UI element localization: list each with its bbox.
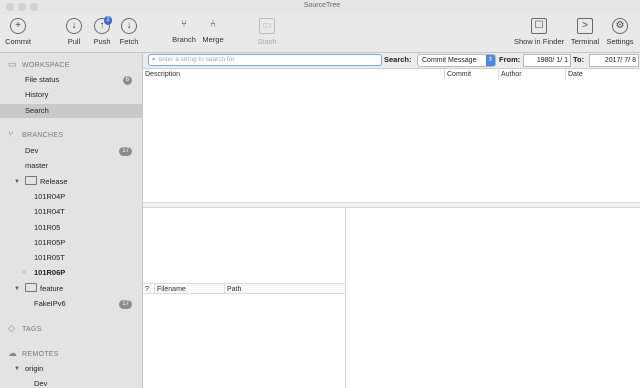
terminal-button[interactable]: > Terminal	[568, 18, 602, 46]
disclosure-triangle-icon[interactable]: ▼	[14, 362, 20, 376]
sidebar-branch-101r04t[interactable]: 101R04T	[0, 205, 142, 219]
sidebar-folder-feature[interactable]: ▼ feature	[0, 282, 142, 296]
sidebar-remote-branch-dev[interactable]: Dev	[0, 377, 142, 388]
search-icon: ⌕	[152, 56, 156, 63]
show-in-finder-button[interactable]: ☐ Show in Finder	[510, 18, 568, 46]
settings-button[interactable]: ⚙ Settings	[604, 18, 636, 46]
pull-button[interactable]: ↓ Pull	[62, 18, 86, 46]
gear-icon: ⚙	[612, 18, 628, 34]
push-count-badge: 2	[104, 16, 112, 25]
search-placeholder: enter a string to search for	[158, 56, 235, 63]
search-mode-select[interactable]: Commit Message ⇕	[417, 54, 496, 67]
commit-label: Commit	[5, 37, 31, 46]
push-label: Push	[93, 37, 111, 46]
column-header-author[interactable]: Author	[499, 69, 566, 80]
settings-label: Settings	[606, 37, 634, 46]
disclosure-triangle-icon[interactable]: ▼	[14, 282, 20, 296]
branch-label: Branch	[172, 35, 196, 44]
show-in-finder-label: Show in Finder	[513, 37, 565, 46]
file-status-count-badge: 6	[122, 76, 132, 85]
minimize-window-button[interactable]	[18, 3, 26, 11]
stash-button[interactable]: ▭ Stash	[254, 18, 280, 46]
from-date-field[interactable]: 1980/ 1/ 1	[523, 54, 571, 67]
tags-section-header[interactable]: ◇ TAGS	[8, 323, 42, 334]
sidebar-branch-master[interactable]: master	[0, 159, 142, 173]
feature-count-badge: 17	[119, 300, 132, 309]
disclosure-triangle-icon[interactable]: ▼	[14, 175, 20, 189]
toolbar: + Commit ↓ Pull ↑ 2 Push ↓ Fetch ⑂ Branch…	[0, 14, 640, 53]
column-header-date[interactable]: Date	[566, 69, 640, 80]
push-arrow-icon: ↑ 2	[94, 16, 112, 34]
monitor-icon: ▭	[8, 59, 17, 69]
cloud-icon: ☁	[8, 348, 18, 358]
vertical-splitter[interactable]	[345, 207, 346, 388]
folder-icon	[25, 176, 37, 185]
stash-icon: ▭	[259, 18, 275, 34]
dev-count-badge: 17	[119, 147, 132, 156]
branches-section-header[interactable]: ⑂ BRANCHES	[8, 129, 63, 139]
title-bar: SourceTree	[0, 0, 640, 14]
window-title: SourceTree	[303, 2, 341, 9]
branch-icon: ⑂	[181, 19, 187, 30]
terminal-icon: >	[577, 18, 593, 34]
horizontal-splitter[interactable]	[143, 202, 640, 208]
sidebar-item-history[interactable]: History	[0, 88, 142, 102]
commit-button[interactable]: + Commit	[4, 18, 32, 46]
folder-icon	[25, 283, 37, 292]
fetch-icon: ↓	[121, 18, 137, 34]
stash-label: Stash	[257, 37, 277, 46]
zoom-window-button[interactable]	[30, 3, 38, 11]
sidebar-branch-101r05p[interactable]: 101R05P	[0, 236, 142, 250]
pull-arrow-icon: ↓	[66, 18, 82, 34]
sidebar-branch-101r05[interactable]: 101R05	[0, 221, 142, 235]
from-date-label: From:	[499, 55, 521, 64]
search-input[interactable]: ⌕ enter a string to search for	[148, 54, 382, 66]
file-column-header-path[interactable]: Path	[225, 283, 345, 294]
search-mode-label: Search:	[384, 55, 412, 64]
search-filter-bar: ⌕ enter a string to search for Search: Co…	[143, 53, 640, 69]
sidebar-remote-origin[interactable]: ▼ origin	[0, 362, 142, 376]
to-date-field[interactable]: 2017/ 7/ 8	[589, 54, 639, 67]
workspace-section-header[interactable]: ▭ WORKSPACE	[8, 59, 70, 70]
to-date-label: To:	[573, 55, 585, 64]
file-column-header-status[interactable]: ?	[143, 283, 155, 294]
branch-icon: ⑂	[8, 129, 14, 139]
sidebar-branch-fakeipv6[interactable]: FakeIPv6 17	[0, 297, 142, 311]
current-branch-icon: ○	[22, 269, 27, 276]
terminal-label: Terminal	[570, 37, 600, 46]
sidebar-branch-dev[interactable]: Dev 17	[0, 144, 142, 158]
chevron-updown-icon: ⇕	[486, 55, 495, 66]
merge-button[interactable]: ⑃ Merge	[200, 18, 226, 44]
column-header-description[interactable]: Description	[143, 69, 445, 80]
search-panel: ⌕ enter a string to search for Search: Co…	[143, 53, 640, 388]
finder-icon: ☐	[531, 18, 547, 34]
close-window-button[interactable]	[6, 3, 14, 11]
pull-label: Pull	[67, 37, 81, 46]
sidebar-branch-101r06p-current[interactable]: ○ 101R06P	[0, 266, 142, 280]
sidebar-item-search[interactable]: Search	[0, 104, 142, 118]
plus-icon: +	[10, 18, 26, 34]
push-button[interactable]: ↑ 2 Push	[90, 16, 114, 46]
file-column-header-filename[interactable]: Filename	[155, 283, 225, 294]
sidebar-folder-release[interactable]: ▼ Release	[0, 175, 142, 189]
column-header-commit[interactable]: Commit	[445, 69, 499, 80]
sidebar-branch-101r05t[interactable]: 101R05T	[0, 251, 142, 265]
branch-button[interactable]: ⑂ Branch	[170, 18, 198, 44]
merge-label: Merge	[202, 35, 224, 44]
sidebar: ▭ WORKSPACE File status 6 History Search …	[0, 53, 143, 388]
sidebar-item-file-status[interactable]: File status 6	[0, 73, 142, 87]
merge-icon: ⑃	[210, 19, 216, 30]
remotes-section-header[interactable]: ☁ REMOTES	[8, 348, 59, 359]
sidebar-branch-101r04p[interactable]: 101R04P	[0, 190, 142, 204]
tag-icon: ◇	[8, 323, 16, 333]
fetch-button[interactable]: ↓ Fetch	[116, 18, 142, 46]
fetch-label: Fetch	[119, 37, 139, 46]
